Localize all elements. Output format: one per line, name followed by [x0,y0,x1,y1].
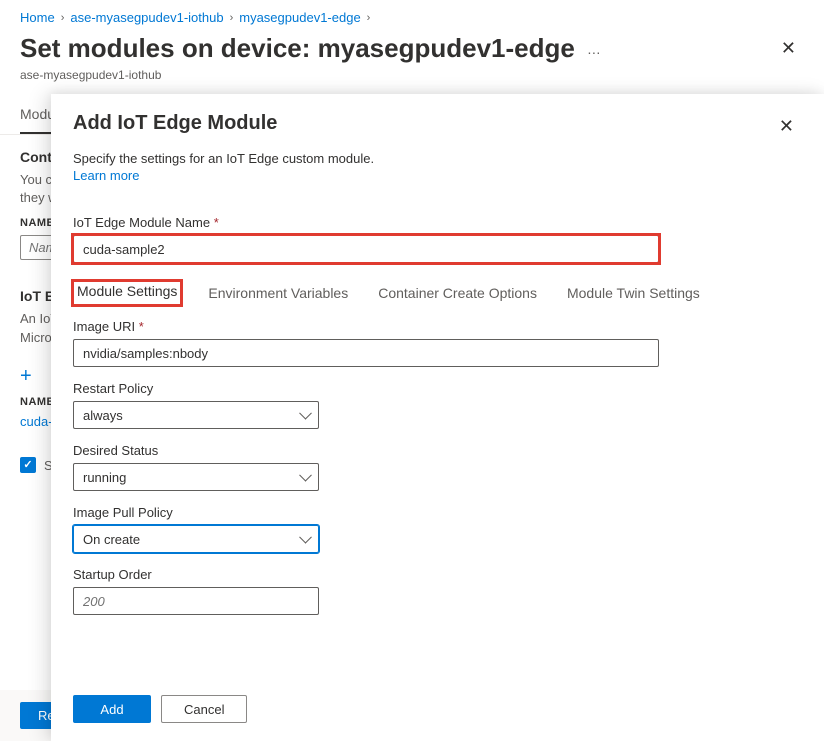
tab-module-twin-settings[interactable]: Module Twin Settings [564,281,703,305]
more-icon[interactable]: … [587,41,603,57]
breadcrumb-device[interactable]: myasegpudev1-edge [239,10,360,25]
image-pull-policy-label: Image Pull Policy [73,505,802,520]
chevron-right-icon: › [367,12,371,24]
page-subtitle: ase-myasegpudev1-iothub [0,68,824,96]
tab-module-settings[interactable]: Module Settings [74,279,180,303]
breadcrumb-iothub[interactable]: ase-myasegpudev1-iothub [70,10,223,25]
cancel-button[interactable]: Cancel [161,695,247,723]
desired-status-label: Desired Status [73,443,802,458]
add-module-panel: Add IoT Edge Module ✕ Specify the settin… [51,94,824,741]
image-uri-input[interactable] [73,339,659,367]
restart-policy-select[interactable] [73,401,319,429]
module-name-label: IoT Edge Module Name * [73,215,802,230]
tab-container-create-options[interactable]: Container Create Options [375,281,540,305]
tab-environment-variables[interactable]: Environment Variables [205,281,351,305]
restart-policy-label: Restart Policy [73,381,802,396]
breadcrumb-home[interactable]: Home [20,10,55,25]
startup-order-input[interactable] [73,587,319,615]
chevron-right-icon: › [61,12,65,24]
close-panel-button[interactable]: ✕ [771,112,802,141]
diagnostics-checkbox[interactable]: ✓ [20,457,36,473]
breadcrumb: Home › ase-myasegpudev1-iothub › myasegp… [0,0,824,31]
learn-more-link[interactable]: Learn more [73,168,139,183]
add-button[interactable]: Add [73,695,151,723]
close-page-button[interactable]: ✕ [773,34,804,63]
desired-status-select[interactable] [73,463,319,491]
chevron-right-icon: › [230,12,234,24]
image-uri-label: Image URI * [73,319,802,334]
page-title: Set modules on device: myasegpudev1-edge [20,33,575,64]
panel-title: Add IoT Edge Module [73,112,277,135]
image-pull-policy-select[interactable] [73,525,319,553]
module-name-input[interactable] [73,235,659,263]
startup-order-label: Startup Order [73,567,802,582]
panel-description: Specify the settings for an IoT Edge cus… [73,151,802,166]
